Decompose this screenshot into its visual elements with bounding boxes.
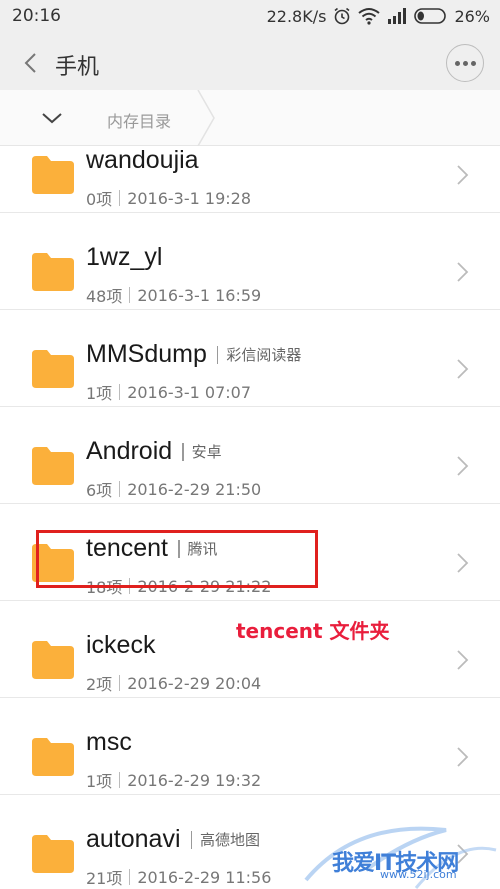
breadcrumb: 内存目录 (0, 90, 500, 146)
status-indicators: 22.8K/s 26% (267, 6, 490, 26)
chevron-right-icon (457, 456, 469, 476)
chevron-down-icon (42, 113, 62, 124)
chevron-right-icon (457, 165, 469, 185)
network-speed: 22.8K/s (266, 6, 327, 26)
folder-name: autonavi (86, 825, 181, 853)
watermark-url: www.52ij.com (380, 868, 457, 881)
folder-row-mmsdump[interactable]: MMSdump 彩信阅读器 1项 2016-3-1 07:07 (0, 310, 500, 407)
page-title: 手机 (55, 55, 100, 80)
folder-date: 2016-2-29 19:32 (127, 770, 262, 790)
back-arrow-icon (24, 53, 36, 73)
folder-item-count: 48项 (86, 287, 123, 306)
wifi-icon (358, 7, 381, 25)
folder-item-count: 1项 (86, 384, 113, 403)
folder-name: msc (86, 728, 132, 756)
folder-tag: 安卓 (191, 443, 222, 461)
folder-icon (32, 835, 74, 873)
folder-date: 2016-2-29 11:56 (137, 867, 272, 887)
folder-name: ickeck (86, 631, 156, 659)
folder-name: 1wz_yl (86, 243, 163, 271)
folder-list: wandoujia 0项 2016-3-1 19:28 1wz_yl 48项 201… (0, 146, 500, 889)
folder-row-msc[interactable]: msc 1项 2016-2-29 19:32 (0, 698, 500, 795)
folder-name: MMSdump (86, 340, 207, 368)
folder-item-count: 1项 (86, 772, 113, 791)
folder-date: 2016-3-1 19:28 (127, 188, 252, 208)
signal-icon (386, 7, 408, 25)
folder-date: 2016-3-1 07:07 (127, 382, 252, 402)
folder-icon (32, 253, 74, 291)
chevron-right-icon (457, 747, 469, 767)
battery-icon (414, 7, 448, 25)
chevron-right-icon (457, 650, 469, 670)
folder-icon (32, 641, 74, 679)
chevron-right-icon (457, 262, 469, 282)
folder-item-count: 21项 (86, 869, 123, 888)
folder-name: Android (86, 437, 173, 465)
back-button[interactable] (16, 48, 44, 78)
breadcrumb-item-internal-storage[interactable]: 内存目录 (107, 108, 171, 132)
folder-item-count: 0项 (86, 190, 113, 209)
folder-row-wandoujia[interactable]: wandoujia 0项 2016-3-1 19:28 (0, 146, 500, 213)
highlight-box-tencent (36, 530, 318, 588)
chevron-right-icon (457, 553, 469, 573)
alarm-icon (332, 6, 352, 26)
folder-date: 2016-2-29 21:50 (127, 479, 262, 499)
folder-date: 2016-2-29 20:04 (127, 673, 262, 693)
chevron-right-icon (457, 359, 469, 379)
folder-tag: 高德地图 (200, 831, 261, 849)
more-options-button[interactable] (446, 44, 484, 82)
status-bar: 20:16 22.8K/s 26% (0, 0, 500, 36)
breadcrumb-dropdown-toggle[interactable] (32, 104, 72, 132)
folder-name: wandoujia (86, 146, 199, 174)
folder-icon (32, 447, 74, 485)
folder-row-android[interactable]: Android 安卓 6项 2016-2-29 21:50 (0, 407, 500, 504)
battery-percent: 26% (454, 6, 490, 26)
folder-tag: 彩信阅读器 (226, 346, 302, 364)
folder-icon (32, 156, 74, 194)
status-time: 20:16 (12, 6, 61, 26)
folder-icon (32, 738, 74, 776)
folder-item-count: 2项 (86, 675, 113, 694)
folder-date: 2016-3-1 16:59 (137, 285, 262, 305)
folder-icon (32, 350, 74, 388)
more-dots-icon (454, 60, 460, 66)
title-bar: 手机 (0, 36, 500, 90)
annotation-label: tencent 文件夹 (236, 619, 390, 643)
folder-row-1wz_yl[interactable]: 1wz_yl 48项 2016-3-1 16:59 (0, 213, 500, 310)
folder-item-count: 6项 (86, 481, 113, 500)
